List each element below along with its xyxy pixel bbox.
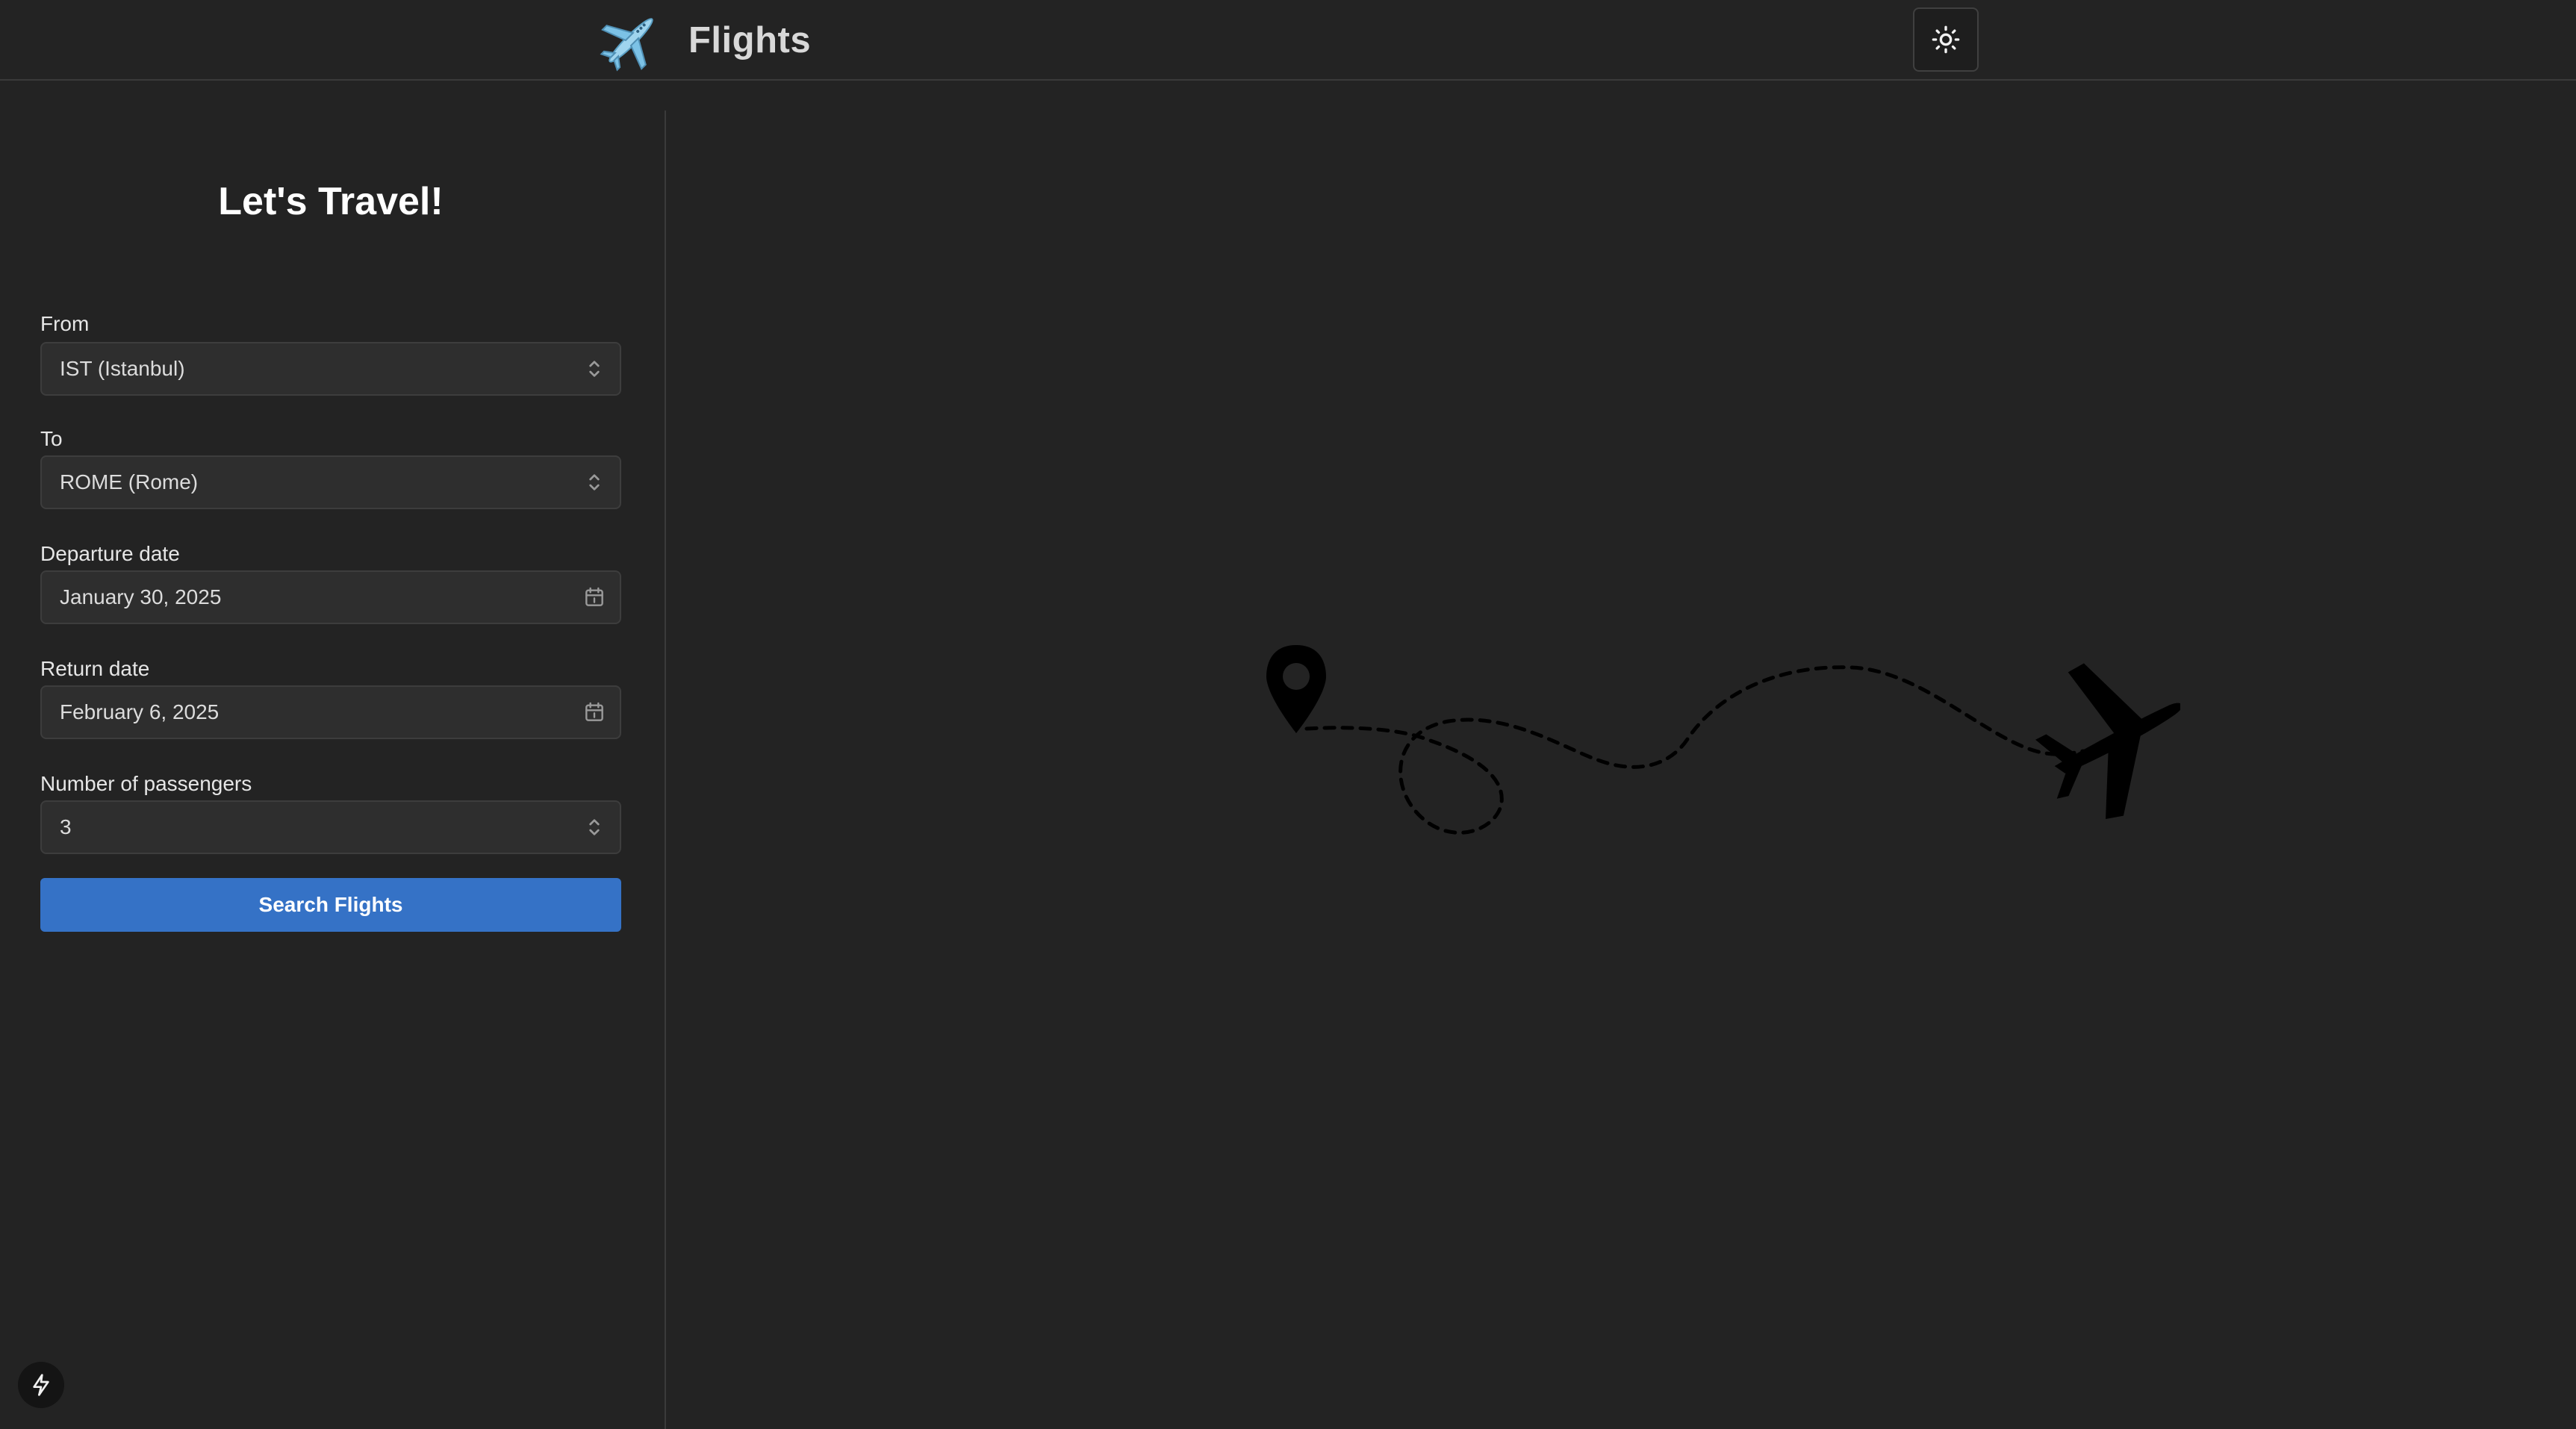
panel-divider-gap xyxy=(665,81,668,110)
passengers-label: Number of passengers xyxy=(40,772,252,795)
to-label: To xyxy=(40,427,63,450)
return-date-label: Return date xyxy=(40,657,150,680)
from-label: From xyxy=(40,312,90,335)
map-pin-icon xyxy=(1266,645,1326,733)
search-flights-button[interactable]: Search Flights xyxy=(40,878,621,932)
passengers-select[interactable]: 3 xyxy=(40,800,621,854)
theme-toggle-button[interactable] xyxy=(1913,7,1979,72)
top-navigation-bar: Flights xyxy=(0,0,2576,81)
airplane-silhouette-icon xyxy=(2035,663,2180,820)
departure-date-picker[interactable]: January 30, 2025 xyxy=(40,570,621,624)
dev-tools-badge[interactable] xyxy=(18,1362,64,1408)
search-form-panel xyxy=(0,81,666,1429)
chevron-up-down-icon xyxy=(589,361,600,377)
to-select[interactable]: ROME (Rome) xyxy=(40,455,621,509)
airplane-emoji-icon xyxy=(600,18,653,72)
chevron-up-down-icon xyxy=(589,474,600,491)
app-title: Flights xyxy=(688,20,812,60)
return-date-picker[interactable]: February 6, 2025 xyxy=(40,685,621,739)
return-date-value: February 6, 2025 xyxy=(60,700,220,723)
from-select[interactable]: IST (Istanbul) xyxy=(40,342,621,396)
from-value: IST (Istanbul) xyxy=(60,357,185,380)
departure-date-label: Departure date xyxy=(40,542,180,565)
passengers-value: 3 xyxy=(60,815,72,838)
to-value: ROME (Rome) xyxy=(60,470,199,494)
calendar-icon[interactable] xyxy=(582,585,606,609)
travel-route-illustration xyxy=(1266,645,2180,835)
sun-icon xyxy=(1932,25,1960,54)
chevron-up-down-icon xyxy=(589,819,600,835)
lightning-bolt-icon xyxy=(33,1374,49,1396)
dashed-route-path xyxy=(1304,665,2085,835)
calendar-icon[interactable] xyxy=(582,700,606,724)
brand[interactable]: Flights xyxy=(597,7,811,73)
form-title: Let's Travel! xyxy=(218,180,444,223)
departure-date-value: January 30, 2025 xyxy=(60,585,222,608)
